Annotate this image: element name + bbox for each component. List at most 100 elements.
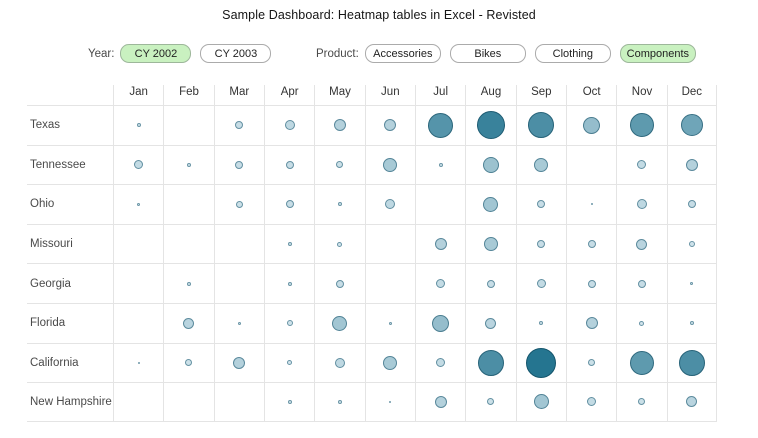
bubble	[638, 398, 645, 405]
cell-california-jan	[113, 343, 163, 383]
bubble	[534, 158, 548, 172]
month-header-mar: Mar	[214, 85, 264, 105]
cell-florida-dec	[667, 303, 717, 343]
bubble	[187, 163, 191, 167]
cell-california-may	[314, 343, 364, 383]
cell-florida-aug	[465, 303, 515, 343]
bubble	[591, 203, 593, 205]
cell-texas-sep	[516, 105, 566, 145]
cell-new-hampshire-nov	[616, 382, 666, 422]
bubble	[637, 199, 647, 209]
month-header-may: May	[314, 85, 364, 105]
bubble	[587, 397, 596, 406]
cell-texas-feb	[163, 105, 213, 145]
product-filter-group: Product: AccessoriesBikesClothingCompone…	[316, 44, 705, 63]
cell-texas-apr	[264, 105, 314, 145]
bubble	[588, 280, 596, 288]
dashboard: Sample Dashboard: Heatmap tables in Exce…	[0, 0, 758, 438]
bubble	[583, 117, 600, 134]
cell-california-apr	[264, 343, 314, 383]
cell-new-hampshire-jun	[365, 382, 415, 422]
cell-california-jun	[365, 343, 415, 383]
bubble	[185, 359, 192, 366]
year-label: Year:	[88, 48, 114, 60]
cell-missouri-jan	[113, 224, 163, 264]
cell-tennessee-aug	[465, 145, 515, 185]
cell-missouri-dec	[667, 224, 717, 264]
bubble	[334, 119, 346, 131]
bubble	[384, 119, 396, 131]
cell-georgia-jun	[365, 263, 415, 303]
bubble	[238, 322, 241, 325]
product-button-bikes[interactable]: Bikes	[450, 44, 526, 63]
bubble	[526, 348, 556, 378]
bubble	[686, 396, 697, 407]
bubble	[335, 358, 345, 368]
bubble	[435, 396, 447, 408]
cell-tennessee-may	[314, 145, 364, 185]
cell-california-dec	[667, 343, 717, 383]
cell-missouri-aug	[465, 224, 515, 264]
bubble	[389, 322, 392, 325]
row-label-georgia: Georgia	[27, 263, 113, 303]
bubble	[236, 201, 243, 208]
bubble	[588, 359, 595, 366]
cell-florida-mar	[214, 303, 264, 343]
bubble	[432, 315, 449, 332]
bubble	[288, 242, 292, 246]
page-title: Sample Dashboard: Heatmap tables in Exce…	[0, 8, 758, 22]
cell-texas-dec	[667, 105, 717, 145]
cell-florida-jun	[365, 303, 415, 343]
bubble	[690, 321, 694, 325]
cell-florida-nov	[616, 303, 666, 343]
month-header-nov: Nov	[616, 85, 666, 105]
bubble	[638, 280, 646, 288]
bubble	[483, 197, 498, 212]
cell-missouri-jun	[365, 224, 415, 264]
bubble	[436, 358, 445, 367]
cell-missouri-apr	[264, 224, 314, 264]
cell-new-hampshire-jul	[415, 382, 465, 422]
cell-tennessee-oct	[566, 145, 616, 185]
month-header-apr: Apr	[264, 85, 314, 105]
cell-texas-aug	[465, 105, 515, 145]
cell-florida-sep	[516, 303, 566, 343]
year-button-cy-2003[interactable]: CY 2003	[200, 44, 271, 63]
cell-tennessee-feb	[163, 145, 213, 185]
product-button-accessories[interactable]: Accessories	[365, 44, 441, 63]
bubble	[534, 394, 549, 409]
product-button-components[interactable]: Components	[620, 44, 696, 63]
cell-georgia-mar	[214, 263, 264, 303]
bubble	[630, 113, 654, 137]
bubble	[332, 316, 347, 331]
bubble	[235, 121, 243, 129]
cell-texas-mar	[214, 105, 264, 145]
cell-georgia-dec	[667, 263, 717, 303]
bubble	[588, 240, 596, 248]
bubble	[338, 202, 342, 206]
bubble	[286, 200, 294, 208]
bubble	[385, 199, 395, 209]
cell-georgia-jul	[415, 263, 465, 303]
cell-georgia-oct	[566, 263, 616, 303]
bubble	[679, 350, 705, 376]
table-corner	[27, 85, 113, 105]
month-header-jul: Jul	[415, 85, 465, 105]
cell-georgia-feb	[163, 263, 213, 303]
bubble	[478, 350, 504, 376]
year-button-cy-2002[interactable]: CY 2002	[120, 44, 191, 63]
cell-ohio-sep	[516, 184, 566, 224]
cell-california-aug	[465, 343, 515, 383]
cell-new-hampshire-feb	[163, 382, 213, 422]
cell-new-hampshire-apr	[264, 382, 314, 422]
bubble	[233, 357, 245, 369]
cell-missouri-jul	[415, 224, 465, 264]
cell-ohio-dec	[667, 184, 717, 224]
cell-texas-nov	[616, 105, 666, 145]
bubble	[436, 279, 445, 288]
bubble	[435, 238, 447, 250]
bubble	[487, 398, 494, 405]
product-button-clothing[interactable]: Clothing	[535, 44, 611, 63]
bubble	[690, 282, 693, 285]
bubble	[586, 317, 598, 329]
